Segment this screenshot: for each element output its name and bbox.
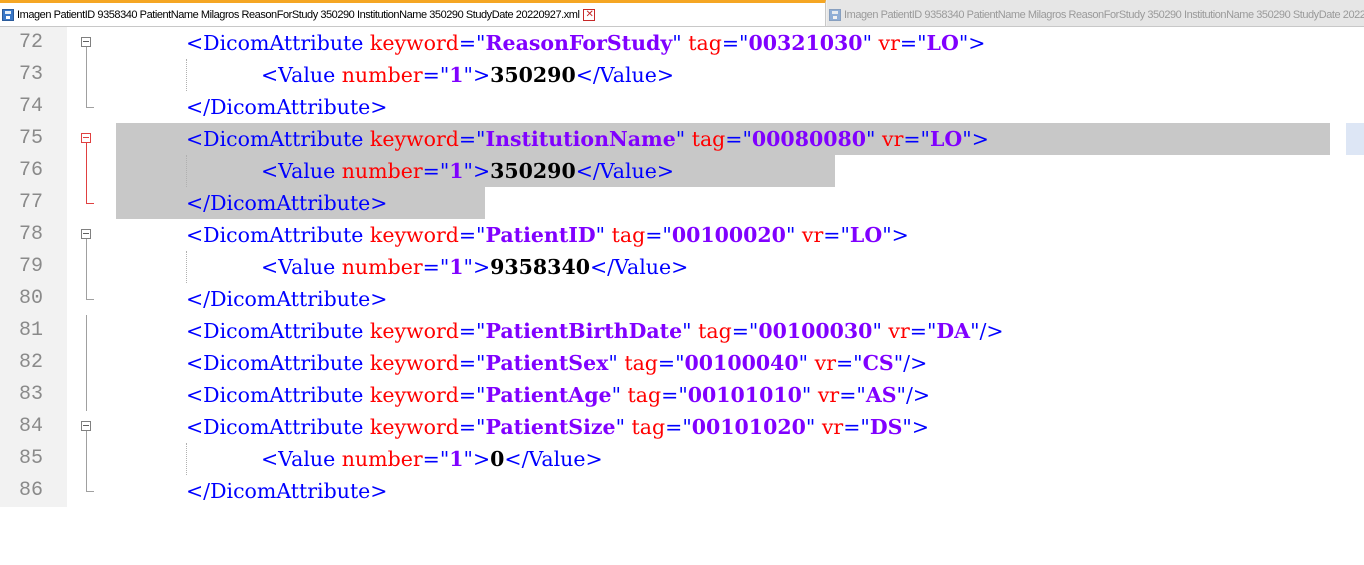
tab-inactive-file[interactable]: Imagen PatientID 9358340 PatientName Mil…: [827, 0, 1364, 26]
code-line[interactable]: 74 </DicomAttribute>: [0, 91, 1364, 123]
code-text: <Value number="1">350290</Value>: [261, 159, 675, 183]
fold-margin: [77, 155, 97, 187]
line-number: 76: [0, 155, 67, 187]
line-number: 75: [0, 123, 67, 155]
code-text: <DicomAttribute keyword="PatientSex" tag…: [186, 351, 928, 375]
line-number: 73: [0, 59, 67, 91]
fold-margin: [77, 187, 97, 219]
tab-label: Imagen PatientID 9358340 PatientName Mil…: [844, 8, 1364, 21]
fold-toggle-icon[interactable]: [77, 27, 97, 59]
code-text: <Value number="1">0</Value>: [261, 447, 603, 471]
fold-margin: [77, 91, 97, 123]
indent-guide: [186, 155, 188, 187]
code-line[interactable]: 76 <Value number="1">350290</Value>: [0, 155, 1364, 187]
line-number: 81: [0, 315, 67, 347]
code-line[interactable]: 80 </DicomAttribute>: [0, 283, 1364, 315]
code-text: <DicomAttribute keyword="PatientAge" tag…: [186, 383, 931, 407]
fold-margin: [77, 283, 97, 315]
line-number: 74: [0, 91, 67, 123]
code-line[interactable]: 86 </DicomAttribute>: [0, 475, 1364, 507]
code-text: </DicomAttribute>: [186, 191, 388, 215]
code-text: <DicomAttribute keyword="ReasonForStudy"…: [186, 31, 986, 55]
line-end-marker: [1346, 123, 1364, 155]
code-line[interactable]: 72 <DicomAttribute keyword="ReasonForStu…: [0, 27, 1364, 59]
save-icon: [829, 8, 841, 21]
code-line[interactable]: 81 <DicomAttribute keyword="PatientBirth…: [0, 315, 1364, 347]
code-line[interactable]: 84 <DicomAttribute keyword="PatientSize"…: [0, 411, 1364, 443]
code-text: <DicomAttribute keyword="PatientBirthDat…: [186, 319, 1004, 343]
fold-margin: [77, 379, 97, 411]
fold-toggle-icon[interactable]: [77, 123, 97, 155]
code-line[interactable]: 73 <Value number="1">350290</Value>: [0, 59, 1364, 91]
indent-guide: [186, 59, 188, 91]
fold-toggle-icon[interactable]: [77, 411, 97, 443]
fold-margin: [77, 315, 97, 347]
indent-guide: [186, 251, 188, 283]
close-icon[interactable]: ✕: [583, 8, 596, 21]
fold-margin: [77, 347, 97, 379]
code-editor[interactable]: 72 <DicomAttribute keyword="ReasonForStu…: [0, 27, 1364, 565]
line-number: 83: [0, 379, 67, 411]
code-text: <DicomAttribute keyword="PatientSize" ta…: [186, 415, 930, 439]
code-line[interactable]: 82 <DicomAttribute keyword="PatientSex" …: [0, 347, 1364, 379]
code-text: <Value number="1">350290</Value>: [261, 63, 675, 87]
fold-margin: [77, 251, 97, 283]
code-text: </DicomAttribute>: [186, 479, 388, 503]
line-number: 78: [0, 219, 67, 251]
code-text: </DicomAttribute>: [186, 95, 388, 119]
save-icon: [2, 8, 14, 21]
fold-margin: [77, 475, 97, 507]
code-line[interactable]: 77 </DicomAttribute>: [0, 187, 1364, 219]
fold-margin: [77, 59, 97, 91]
line-number: 85: [0, 443, 67, 475]
code-text: <Value number="1">9358340</Value>: [261, 255, 689, 279]
line-number: 82: [0, 347, 67, 379]
line-number: 80: [0, 283, 67, 315]
code-text: <DicomAttribute keyword="InstitutionName…: [186, 127, 989, 151]
code-line[interactable]: 75 <DicomAttribute keyword="InstitutionN…: [0, 123, 1364, 155]
code-text: <DicomAttribute keyword="PatientID" tag=…: [186, 223, 909, 247]
fold-margin: [77, 443, 97, 475]
code-line[interactable]: 78 <DicomAttribute keyword="PatientID" t…: [0, 219, 1364, 251]
line-number: 72: [0, 27, 67, 59]
code-line[interactable]: 85 <Value number="1">0</Value>: [0, 443, 1364, 475]
code-text: </DicomAttribute>: [186, 287, 388, 311]
line-number: 79: [0, 251, 67, 283]
line-number: 84: [0, 411, 67, 443]
tab-label: Imagen PatientID 9358340 PatientName Mil…: [17, 8, 580, 21]
code-line[interactable]: 79 <Value number="1">9358340</Value>: [0, 251, 1364, 283]
tab-active-file[interactable]: Imagen PatientID 9358340 PatientName Mil…: [0, 0, 826, 26]
fold-toggle-icon[interactable]: [77, 219, 97, 251]
code-line[interactable]: 83 <DicomAttribute keyword="PatientAge" …: [0, 379, 1364, 411]
indent-guide: [186, 443, 188, 475]
line-number: 86: [0, 475, 67, 507]
line-number: 77: [0, 187, 67, 219]
tab-bar: Imagen PatientID 9358340 PatientName Mil…: [0, 0, 1364, 27]
